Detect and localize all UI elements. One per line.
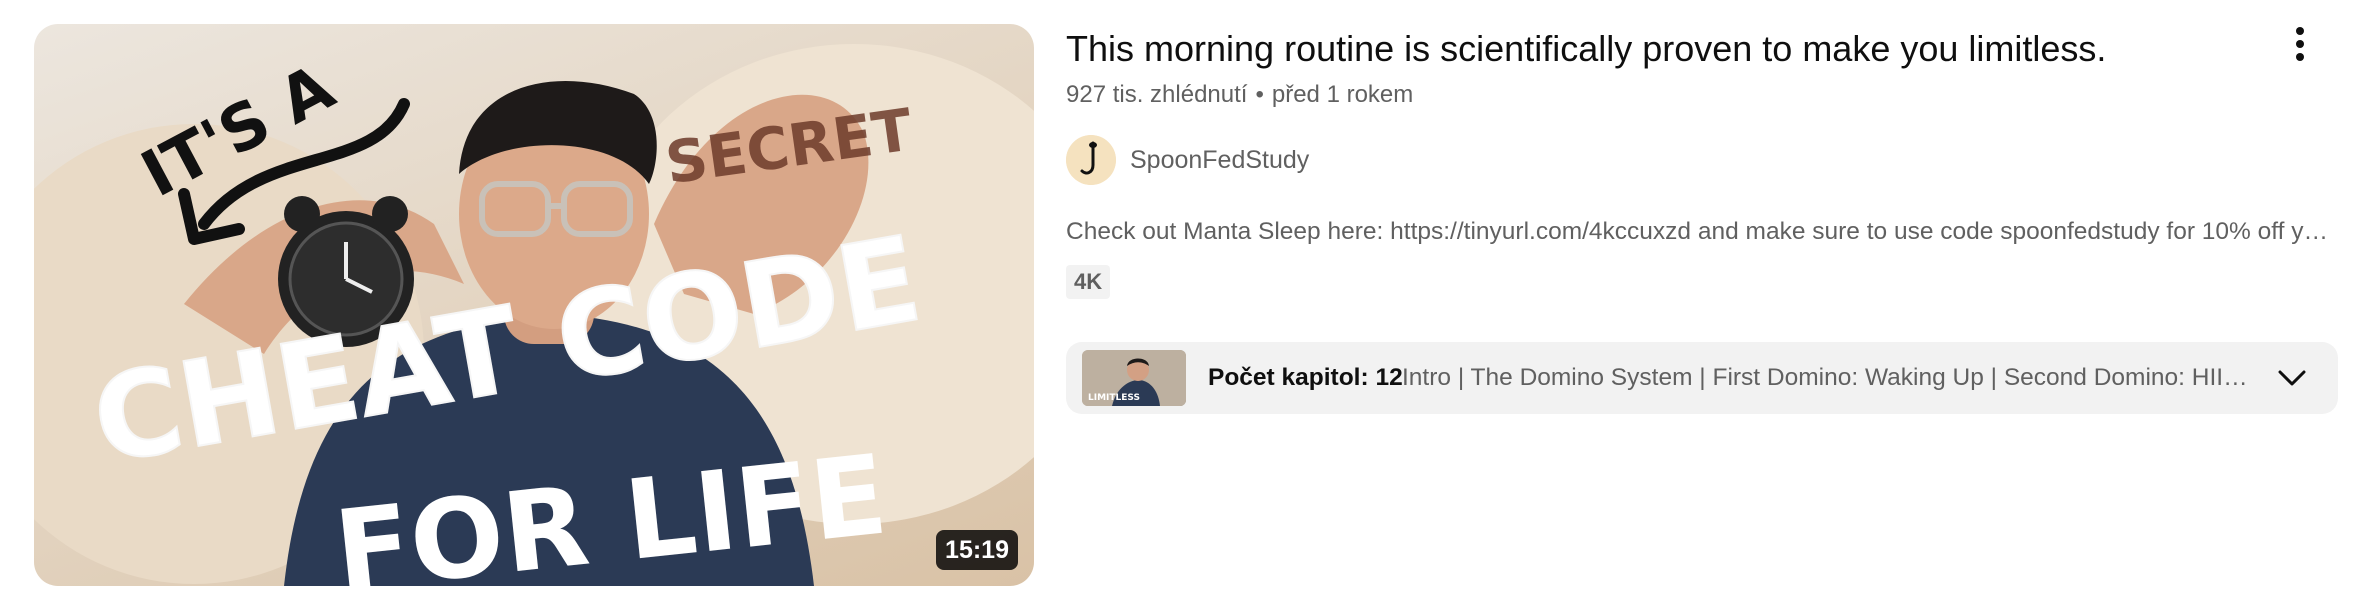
channel-link[interactable]: SpoonFedStudy [1066,134,1309,186]
video-thumbnail[interactable]: IT'S A SECRET CHEAT CODE FOR LIFE 15:19 [34,24,1034,586]
video-metadata: 927 tis. zhlédnutí • před 1 rokem [1066,78,1413,112]
chevron-down-icon [2278,370,2306,386]
video-result-card: IT'S A SECRET CHEAT CODE FOR LIFE 15:19 … [0,0,2364,608]
more-vert-icon [2296,27,2304,61]
channel-name[interactable]: SpoonFedStudy [1130,146,1309,175]
video-description-snippet[interactable]: Check out Manta Sleep here: https://tiny… [1066,214,2336,250]
spoon-logo-icon [1066,135,1116,185]
more-actions-button[interactable] [2276,20,2324,68]
quality-badge: 4K [1066,265,1111,299]
chapter-count-label: Počet kapitol: 12 [1208,364,1403,391]
expand-chapters-button[interactable] [2270,356,2314,400]
chapter-thumbnail-text: LIMITLESS [1088,393,1140,403]
chapter-thumbnail-art: LIMITLESS [1082,350,1186,406]
upload-age: před 1 rokem [1271,81,1414,108]
view-count: 927 tis. zhlédnutí [1066,81,1248,108]
meta-separator: • [1255,81,1264,108]
chapters-row[interactable]: LIMITLESS Počet kapitol: 12 Intro | The … [1066,342,2338,414]
video-title[interactable]: This morning routine is scientifically p… [1066,24,2226,74]
channel-avatar[interactable] [1066,135,1116,185]
thumbnail-illustration: IT'S A SECRET CHEAT CODE FOR LIFE [34,44,1034,586]
duration-badge: 15:19 [936,530,1018,570]
chapter-list: Intro | The Domino System | First Domino… [1402,364,2262,391]
chapter-thumbnail: LIMITLESS [1082,350,1186,406]
